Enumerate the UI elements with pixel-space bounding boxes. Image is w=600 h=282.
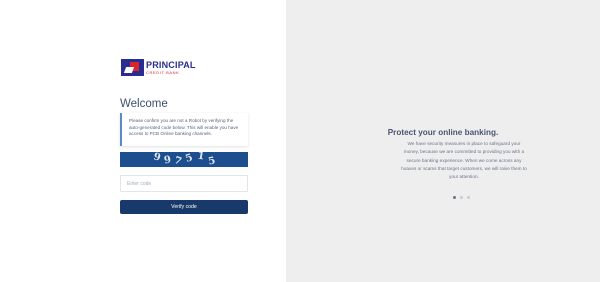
- carousel-dot-2[interactable]: [460, 196, 463, 199]
- captcha-char: 5: [207, 155, 217, 168]
- carousel-dot-1[interactable]: [453, 196, 456, 199]
- verify-code-button[interactable]: Verify code: [120, 200, 248, 214]
- logo-mark-icon: [121, 59, 144, 76]
- carousel-dot-3[interactable]: [467, 196, 470, 199]
- login-panel: PRINCIPAL CREDIT BANK Welcome Please con…: [0, 0, 286, 282]
- logo-wordmark: PRINCIPAL CREDIT BANK: [146, 59, 196, 75]
- captcha-char: 9: [152, 151, 162, 164]
- captcha-char: 7: [172, 155, 183, 168]
- promo-title: Protect your online banking.: [387, 128, 499, 137]
- logo-name: PRINCIPAL: [146, 59, 196, 70]
- captcha-char: 5: [184, 152, 195, 165]
- logo-subtitle: CREDIT BANK: [146, 69, 180, 75]
- bank-logo: PRINCIPAL CREDIT BANK: [121, 59, 196, 76]
- page-title: Welcome: [120, 98, 168, 110]
- robot-verification-notice: Please confirm you are not a Robot by ve…: [120, 113, 248, 146]
- captcha-char: 9: [163, 154, 173, 167]
- promo-text: We have security measures in place to sa…: [401, 141, 527, 180]
- captcha-image: 9 9 7 5 1 5: [120, 150, 248, 168]
- code-input[interactable]: [120, 175, 248, 192]
- carousel-dots: [453, 196, 470, 199]
- captcha-char: 1: [196, 150, 206, 163]
